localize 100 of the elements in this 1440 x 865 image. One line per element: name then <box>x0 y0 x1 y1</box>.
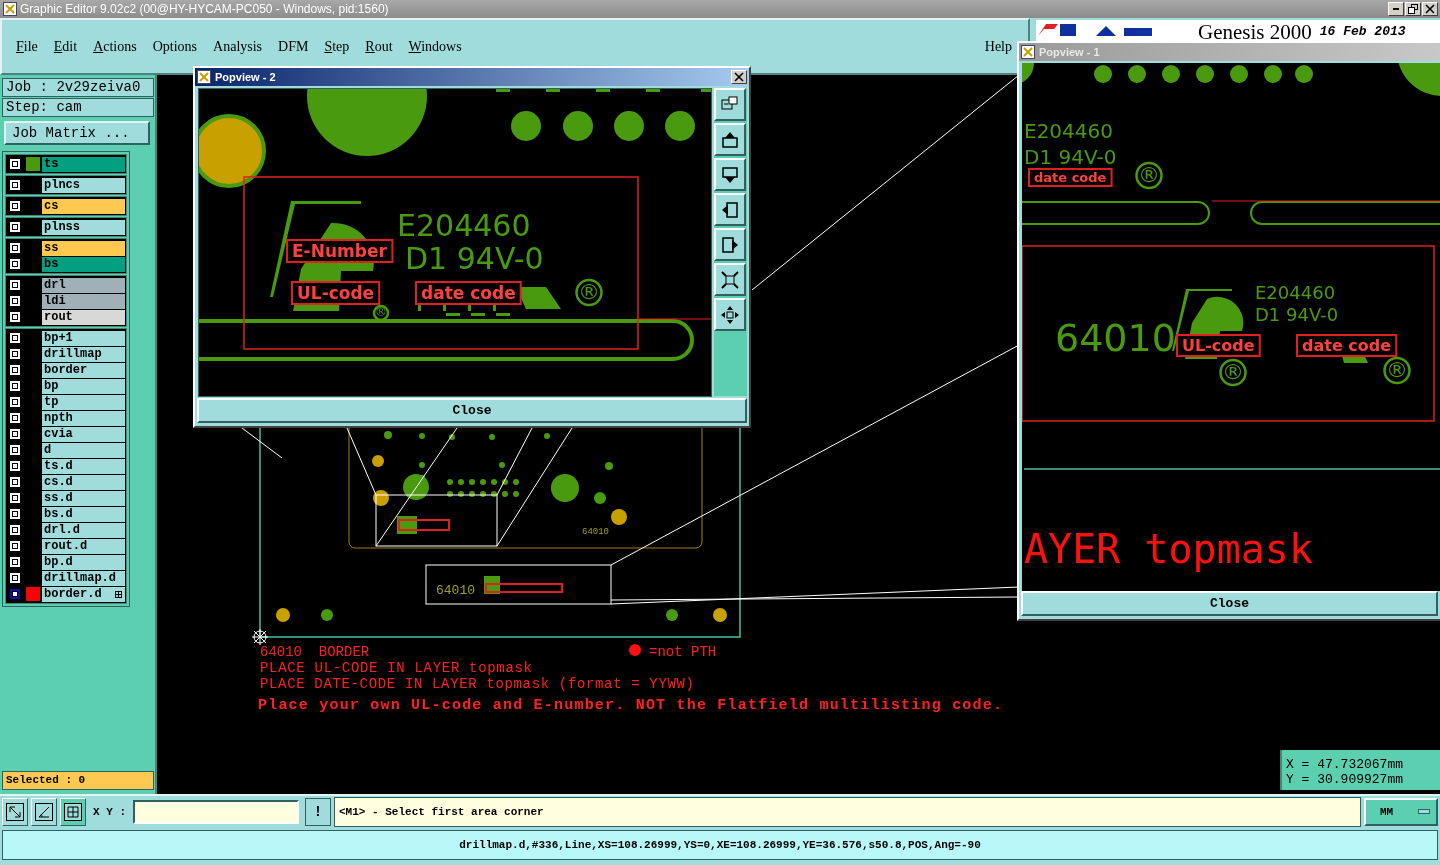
product-name: Genesis 2000 <box>1198 20 1312 44</box>
layer-name[interactable]: npth <box>42 410 125 426</box>
menu-item[interactable]: Edit <box>53 38 78 55</box>
angle-icon <box>35 803 53 821</box>
close-button[interactable] <box>731 70 747 84</box>
close-button[interactable]: Close <box>1021 591 1438 616</box>
close-icon <box>1425 4 1435 14</box>
layer-name[interactable]: bp.d <box>42 554 125 570</box>
popup-title: Popview - 2 <box>215 71 276 83</box>
tool-button[interactable] <box>31 798 57 826</box>
selected-count: Selected : 0 <box>2 771 154 790</box>
restore-icon <box>1408 4 1418 14</box>
window-title: Graphic Editor 9.02c2 (00@HY-HYCAM-PC050 - Windows, pid:1560) <box>20 2 389 16</box>
board-label: 64010 <box>582 527 609 537</box>
view-button[interactable] <box>714 263 746 296</box>
view-button[interactable] <box>714 123 746 156</box>
pcb-text: D1 94V-0 <box>1255 304 1339 325</box>
menu-item[interactable]: File <box>16 38 38 55</box>
layer-name[interactable]: plncs <box>42 177 125 193</box>
pcb-text: D1 94V-0 <box>405 241 544 276</box>
expand-icon <box>115 591 122 598</box>
pcb-text: E204460 <box>1255 282 1336 303</box>
close-button[interactable]: Close <box>197 398 747 423</box>
app-icon <box>1021 45 1035 59</box>
x-coordinate: X = 47.732067mm <box>1286 757 1405 772</box>
layer-name[interactable]: border <box>42 362 125 378</box>
dropdown-icon <box>1418 809 1430 815</box>
drill-dot <box>629 644 641 656</box>
pcb-text: E204460 <box>397 208 531 243</box>
layer-name[interactable]: d <box>42 442 125 458</box>
layer-name[interactable]: border.d <box>42 586 125 602</box>
layer-name[interactable]: ts <box>42 156 125 172</box>
marked-label: date code <box>1028 168 1113 187</box>
menu-item[interactable]: Analysis <box>213 38 263 55</box>
layer-name[interactable]: bs.d <box>42 506 125 522</box>
layer-name[interactable]: drl.d <box>42 522 125 538</box>
job-name: Job : 2v29zeiva0 <box>2 78 154 97</box>
restore-button[interactable] <box>1405 2 1421 16</box>
view-button[interactable] <box>714 88 746 121</box>
layer-name[interactable]: bs <box>42 256 125 272</box>
layer-name[interactable]: bp+1 <box>42 330 125 346</box>
layer-name[interactable]: ss.d <box>42 490 125 506</box>
release-date: 16 Feb 2013 <box>1319 24 1406 39</box>
board-label: 64010 <box>436 583 475 598</box>
canvas-note: PLACE UL-CODE IN LAYER topmask <box>260 660 532 676</box>
layer-name[interactable]: ss <box>42 240 125 256</box>
menu-item[interactable]: Step <box>324 38 350 55</box>
canvas-note: 64010 BORDER <box>260 644 370 660</box>
close-button[interactable] <box>1422 2 1438 16</box>
prompt-message: <M1> - Select first area corner <box>334 797 1361 827</box>
layer-name[interactable]: tp <box>42 394 125 410</box>
layer-name[interactable]: ts.d <box>42 458 125 474</box>
layer-toggle[interactable] <box>10 589 20 599</box>
registered-mark: ® <box>1219 358 1247 387</box>
view-button[interactable] <box>714 298 746 331</box>
view-button[interactable] <box>714 228 746 261</box>
canvas-note: PLACE DATE-CODE IN LAYER topmask (format = YYWW) <box>260 676 694 692</box>
arrow-right-icon <box>720 234 740 255</box>
menu-item[interactable]: Rout <box>365 38 393 55</box>
marked-label: date code <box>1296 334 1398 357</box>
job-matrix-button[interactable]: Job Matrix ... <box>4 121 150 145</box>
grid-icon <box>64 803 82 821</box>
layer-name[interactable]: rout <box>42 309 125 325</box>
tool-button[interactable] <box>2 798 28 826</box>
arrow-diagonal-icon <box>6 803 24 821</box>
layer-name[interactable]: bp <box>42 378 125 394</box>
arrow-left-icon <box>720 199 740 220</box>
layer-name[interactable]: plnss <box>42 219 125 235</box>
layer-name[interactable]: cvia <box>42 426 125 442</box>
coordinate-input[interactable] <box>133 800 299 824</box>
layer-name[interactable]: drillmap <box>42 346 125 362</box>
menu-item[interactable]: DFM <box>278 38 309 55</box>
layer-name[interactable]: cs.d <box>42 474 125 490</box>
layer-name[interactable]: cs <box>42 198 125 214</box>
view-button[interactable] <box>714 193 746 226</box>
status-bar: drillmap.d,#336,Line,XS=108.26999,YS=0,XE=108.26999,YE=36.576,s50.8,POS,Ang=-90 <box>2 830 1438 860</box>
layer-name[interactable]: ldi <box>42 293 125 309</box>
zoom-out-icon <box>720 269 740 290</box>
menu-item[interactable]: Help <box>984 38 1012 55</box>
menu-item[interactable]: Windows <box>408 38 462 55</box>
marked-label: date code <box>415 281 522 305</box>
menu-item[interactable]: Options <box>152 38 198 55</box>
layer-name[interactable]: drillmap.d <box>42 570 125 586</box>
menu-item[interactable]: Actions <box>93 38 137 55</box>
minimize-button[interactable] <box>1388 2 1404 16</box>
app-icon <box>3 2 17 16</box>
pcb-text: 64010 <box>1055 316 1176 360</box>
marked-label: UL-code <box>1176 334 1261 357</box>
y-coordinate: Y = 30.909927mm <box>1286 772 1405 787</box>
arrow-down-icon <box>720 164 740 185</box>
units-dropdown[interactable]: MM <box>1364 798 1438 826</box>
minimize-icon <box>1393 8 1399 10</box>
step-name: Step: cam <box>2 98 154 117</box>
layer-name[interactable]: rout.d <box>42 538 125 554</box>
xy-label: X Y : <box>93 806 126 818</box>
tool-button[interactable] <box>60 798 86 826</box>
layer-name[interactable]: drl <box>42 277 125 293</box>
view-button[interactable] <box>714 158 746 191</box>
pcb-text: E204460 <box>1024 119 1113 143</box>
alert-button[interactable]: ! <box>305 798 331 826</box>
